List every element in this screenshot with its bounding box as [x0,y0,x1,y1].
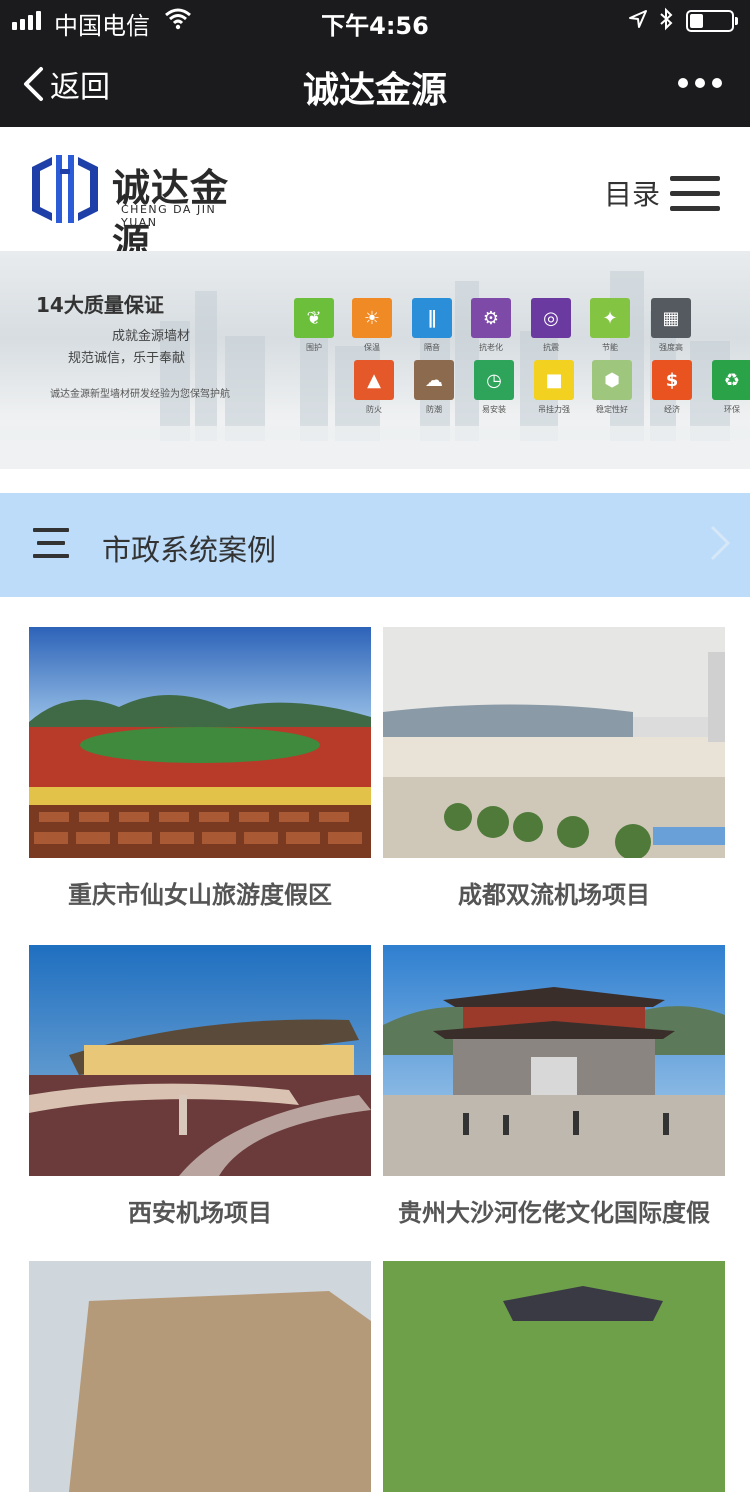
feature-label: 抗震 [543,343,559,352]
menu-label: 目录 [604,178,661,211]
feature-item: ♻ 环保 [706,360,750,415]
quality-banner: 14大质量保证 成就金源墙材 规范诚信，乐于奉献 诚达金源新型墙材研发经验为您保… [0,251,750,469]
feature-item: $ 经济 [646,360,698,415]
case-card-5[interactable] [29,1261,371,1496]
case-card-6[interactable] [383,1261,725,1496]
case-card-guizhou-resort[interactable]: 贵州大沙河仡佬文化国际度假 [383,945,725,1227]
logo[interactable]: 诚达金源 CHENG DA JIN YUAN [26,151,256,265]
feature-label: 防潮 [426,405,442,414]
site-header: 诚达金源 CHENG DA JIN YUAN 目录 [0,127,750,265]
feature-label: 易安装 [482,405,506,414]
weight-icon: ■ [534,360,574,400]
bluetooth-icon [660,7,673,31]
dollar-icon: $ [652,360,692,400]
sun-icon: ☀ [352,298,392,338]
banner-slogan-3: 诚达金源新型墙材研发经验为您保驾护航 [50,389,230,400]
case-photo-building [29,1261,371,1492]
feature-item: ☀ 保温 [346,298,398,353]
feature-label: 吊挂力强 [538,405,570,414]
feature-label: 节能 [602,343,618,352]
feature-label: 防火 [366,405,382,414]
case-photo-airport-night [29,945,371,1176]
feature-label: 经济 [664,405,680,414]
clock-icon: ◷ [474,360,514,400]
keyboard-icon: ▦ [651,298,691,338]
case-card-xian-airport[interactable]: 西安机场项目 [29,945,371,1227]
feature-item: ◷ 易安装 [468,360,520,415]
banner-slogan-2: 规范诚信，乐于奉献 [68,351,186,366]
feature-item: ◎ 抗震 [525,298,577,353]
case-caption: 西安机场项目 [128,1199,272,1227]
feature-item: ∥ 隔音 [406,298,458,353]
status-bar: 中国电信 下午4:56 [0,0,750,42]
feature-label: 强度高 [659,343,683,352]
feature-label: 保温 [364,343,380,352]
banner-title: 14大质量保证 [36,293,164,317]
list-menu-icon [33,528,69,558]
case-card-chengdu-airport[interactable]: 成都双流机场项目 [383,627,725,909]
feature-item: ⚙ 抗老化 [465,298,517,353]
feature-item: ❦ 围护 [288,298,340,353]
case-card-xiannvshan[interactable]: 重庆市仙女山旅游度假区 [29,627,371,909]
feature-item: ■ 吊挂力强 [528,360,580,415]
case-caption: 贵州大沙河仡佬文化国际度假 [398,1199,710,1227]
case-photo-airport-terminal [383,627,725,860]
leaf-icon: ❦ [294,298,334,338]
hamburger-icon [670,175,721,211]
feature-label: 隔音 [424,343,440,352]
case-photo-village [383,1261,725,1492]
feature-label: 环保 [724,405,740,414]
battery-icon [686,10,738,32]
feature-item: ▲ 防火 [348,360,400,415]
feature-label: 抗老化 [479,343,503,352]
case-photo-stadium [29,627,371,858]
section-title: 市政系统案例 [102,533,277,567]
gear-icon: ⚙ [471,298,511,338]
bulb-icon: ✦ [590,298,630,338]
case-caption: 成都双流机场项目 [458,881,650,909]
page-title: 诚达金源 [302,70,447,111]
logo-mark-icon [32,155,98,223]
case-photo-gate-pavilion [383,945,725,1176]
recycle-icon: ♻ [712,360,750,400]
feature-label: 围护 [306,343,322,352]
feature-item: ✦ 节能 [584,298,636,353]
case-caption: 重庆市仙女山旅游度假区 [68,881,332,909]
banner-slogan-1: 成就金源墙材 [112,329,191,344]
hexagon-icon: ⬢ [592,360,632,400]
fire-icon: ▲ [354,360,394,400]
nav-bar: 返回 诚达金源 [0,42,750,127]
location-arrow-icon [629,10,647,28]
sound-icon: ∥ [412,298,452,338]
cloud-icon: ☁ [414,360,454,400]
section-header[interactable]: 市政系统案例 [0,493,750,597]
feature-label: 稳定性好 [596,405,628,414]
logo-subtitle: CHENG DA JIN YUAN [121,203,217,229]
tower-icon: ◎ [531,298,571,338]
feature-item: ▦ 强度高 [645,298,697,353]
feature-item: ☁ 防潮 [408,360,460,415]
chevron-right-icon [710,525,731,561]
more-options-button[interactable] [678,78,722,88]
feature-item: ⬢ 稳定性好 [586,360,638,415]
menu-button[interactable]: 目录 [604,171,721,215]
